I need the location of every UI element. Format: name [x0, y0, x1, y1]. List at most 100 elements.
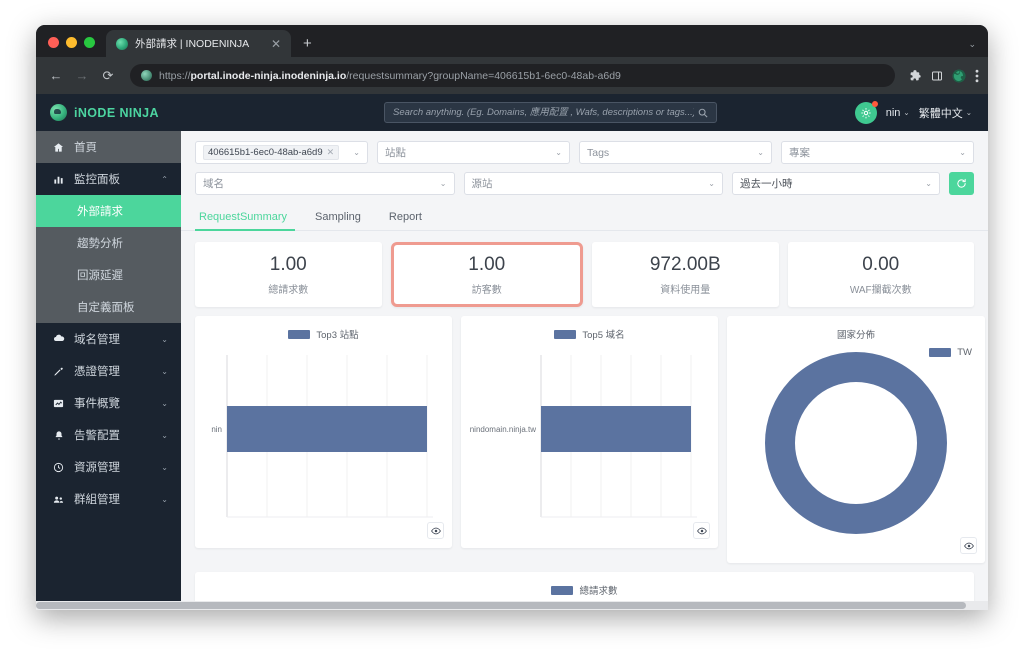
- chevron-down-icon[interactable]: ⌄: [555, 148, 562, 157]
- reload-button[interactable]: ⟳: [97, 65, 119, 87]
- browser-window: 外部請求 | INODENINJA ✕ + ⌄ ← → ⟳ https://po…: [36, 25, 988, 610]
- notification-badge: [871, 100, 878, 107]
- timerange-filter[interactable]: 過去一小時 ⌄: [732, 172, 940, 195]
- domain-filter[interactable]: 域名 ⌄: [195, 172, 455, 195]
- project-filter-label: 專案: [789, 147, 810, 159]
- close-window-button[interactable]: [48, 37, 59, 48]
- kpi-waf-blocks[interactable]: 0.00 WAF攔截次數: [787, 242, 974, 307]
- scrollbar-thumb[interactable]: [36, 602, 966, 609]
- browser-tab-strip: 外部請求 | INODENINJA ✕ + ⌄: [36, 25, 988, 57]
- legend-swatch: [554, 329, 577, 339]
- eye-icon[interactable]: [427, 522, 444, 539]
- tab-label: Report: [388, 211, 422, 223]
- legend-swatch: [551, 585, 574, 595]
- cloud-icon: [52, 333, 65, 345]
- ninja-logo-icon: [50, 104, 67, 121]
- browser-tab[interactable]: 外部請求 | INODENINJA ✕: [106, 30, 291, 57]
- site-info-icon[interactable]: [141, 70, 152, 81]
- origin-filter[interactable]: 源站 ⌄: [463, 172, 723, 195]
- url-path: /requestsummary?groupName=406615b1-6ec0-…: [346, 69, 621, 82]
- kpi-data-usage[interactable]: 972.00B 資料使用量: [592, 242, 779, 307]
- chart-card-top-sites: Top3 站點 nin: [195, 316, 452, 548]
- chevron-down-icon[interactable]: ⌄: [353, 148, 360, 157]
- sidebar-item-group-management[interactable]: 群組管理 ⌄: [36, 483, 181, 515]
- sidebar-item-dashboard[interactable]: 監控面板 ⌃: [36, 163, 181, 195]
- close-tab-icon[interactable]: ✕: [268, 36, 284, 52]
- url-host: portal.inode-ninja.inodeninja.io: [190, 69, 347, 82]
- refresh-button[interactable]: [949, 172, 974, 195]
- eye-icon[interactable]: [960, 537, 977, 554]
- sidebar-item-event-overview[interactable]: 事件概覽 ⌄: [36, 387, 181, 419]
- tab-search-chevron-down-icon[interactable]: ⌄: [968, 39, 976, 50]
- kpi-visitors[interactable]: 1.00 訪客數: [390, 242, 583, 307]
- side-panel-icon[interactable]: [931, 70, 943, 82]
- new-tab-button[interactable]: +: [291, 36, 322, 57]
- profile-avatar-icon[interactable]: [952, 69, 966, 83]
- forward-button[interactable]: →: [71, 65, 93, 87]
- toolbar-icons: [905, 69, 979, 83]
- top-sites-bar-chart: nin: [211, 355, 433, 518]
- user-menu[interactable]: nin ⌄: [886, 107, 910, 119]
- tags-filter[interactable]: Tags ⌄: [579, 141, 772, 164]
- tab-sampling[interactable]: Sampling: [301, 206, 375, 230]
- chevron-down-icon[interactable]: ⌄: [757, 148, 764, 157]
- tab-request-summary[interactable]: RequestSummary: [195, 206, 301, 231]
- chevron-down-icon[interactable]: ⌄: [440, 179, 447, 188]
- country-donut-chart: [765, 352, 947, 534]
- sidebar-item-label: 監控面板: [74, 174, 120, 186]
- chevron-down-icon: ⌄: [161, 366, 168, 376]
- kpi-total-requests[interactable]: 1.00 總請求數: [195, 242, 382, 307]
- chart-legend: 總請求數: [195, 572, 974, 597]
- eye-icon[interactable]: [693, 522, 710, 539]
- tab-label: RequestSummary: [199, 211, 288, 223]
- kpi-label: 訪客數: [471, 284, 502, 296]
- filter-bar: 406615b1-6ec0-48ab-a6d9 ✕ ⌄ 站點 ⌄ Tags ⌄: [181, 131, 988, 195]
- close-icon[interactable]: ✕: [327, 147, 335, 158]
- extensions-icon[interactable]: [909, 69, 922, 82]
- browser-menu-icon[interactable]: [975, 69, 979, 83]
- sidebar-item-origin-latency[interactable]: 回源延遲: [36, 259, 181, 291]
- content-tabs: RequestSummary Sampling Report: [181, 203, 988, 231]
- dashboard-icon: [52, 174, 65, 185]
- avatar[interactable]: [854, 100, 878, 124]
- chevron-down-icon[interactable]: ⌄: [708, 179, 715, 188]
- home-icon: [52, 142, 65, 153]
- kpi-value: 1.00: [269, 253, 307, 275]
- sidebar-subitem-label: 趨勢分析: [77, 238, 123, 250]
- sidebar-item-domain-management[interactable]: 域名管理 ⌄: [36, 323, 181, 355]
- site-filter[interactable]: 站點 ⌄: [377, 141, 570, 164]
- legend-label: 總請求數: [579, 586, 618, 597]
- language-menu[interactable]: 繁體中文 ⌄: [919, 105, 972, 121]
- sidebar-item-alert-config[interactable]: 告警配置 ⌄: [36, 419, 181, 451]
- kpi-label: 總請求數: [268, 284, 309, 296]
- app-logo[interactable]: iNODE NINJA: [36, 104, 181, 121]
- chevron-down-icon[interactable]: ⌄: [925, 179, 932, 188]
- global-search-box[interactable]: [384, 102, 717, 123]
- sidebar-item-external-requests[interactable]: 外部請求: [36, 195, 181, 227]
- sidebar-item-resource-management[interactable]: 資源管理 ⌄: [36, 451, 181, 483]
- group-chip[interactable]: 406615b1-6ec0-48ab-a6d9 ✕: [203, 145, 340, 160]
- header-right: nin ⌄ 繁體中文 ⌄: [854, 94, 972, 131]
- chevron-down-icon[interactable]: ⌄: [959, 148, 966, 157]
- kpi-value: 972.00B: [649, 253, 721, 275]
- project-filter[interactable]: 專案 ⌄: [781, 141, 974, 164]
- legend-label: Top3 站點: [316, 330, 359, 341]
- bar-category-label: nin: [211, 425, 222, 434]
- search-icon[interactable]: [698, 108, 708, 118]
- tags-filter-label: Tags: [587, 146, 610, 159]
- sidebar-item-certificate-management[interactable]: 憑證管理 ⌄: [36, 355, 181, 387]
- sidebar-item-trend-analysis[interactable]: 趨勢分析: [36, 227, 181, 259]
- filter-row-2: 域名 ⌄ 源站 ⌄ 過去一小時 ⌄: [195, 172, 974, 195]
- back-button[interactable]: ←: [45, 65, 67, 87]
- legend-swatch: [288, 329, 311, 339]
- tab-report[interactable]: Report: [375, 206, 436, 230]
- horizontal-scrollbar[interactable]: [36, 601, 988, 610]
- site-filter-label: 站點: [385, 147, 406, 159]
- address-bar[interactable]: https://portal.inode-ninja.inodeninja.io…: [130, 64, 895, 87]
- sidebar-item-home[interactable]: 首頁: [36, 131, 181, 163]
- search-input[interactable]: [393, 107, 694, 118]
- minimize-window-button[interactable]: [66, 37, 77, 48]
- maximize-window-button[interactable]: [84, 37, 95, 48]
- group-filter[interactable]: 406615b1-6ec0-48ab-a6d9 ✕ ⌄: [195, 141, 368, 164]
- sidebar-item-custom-dashboard[interactable]: 自定義面板: [36, 291, 181, 323]
